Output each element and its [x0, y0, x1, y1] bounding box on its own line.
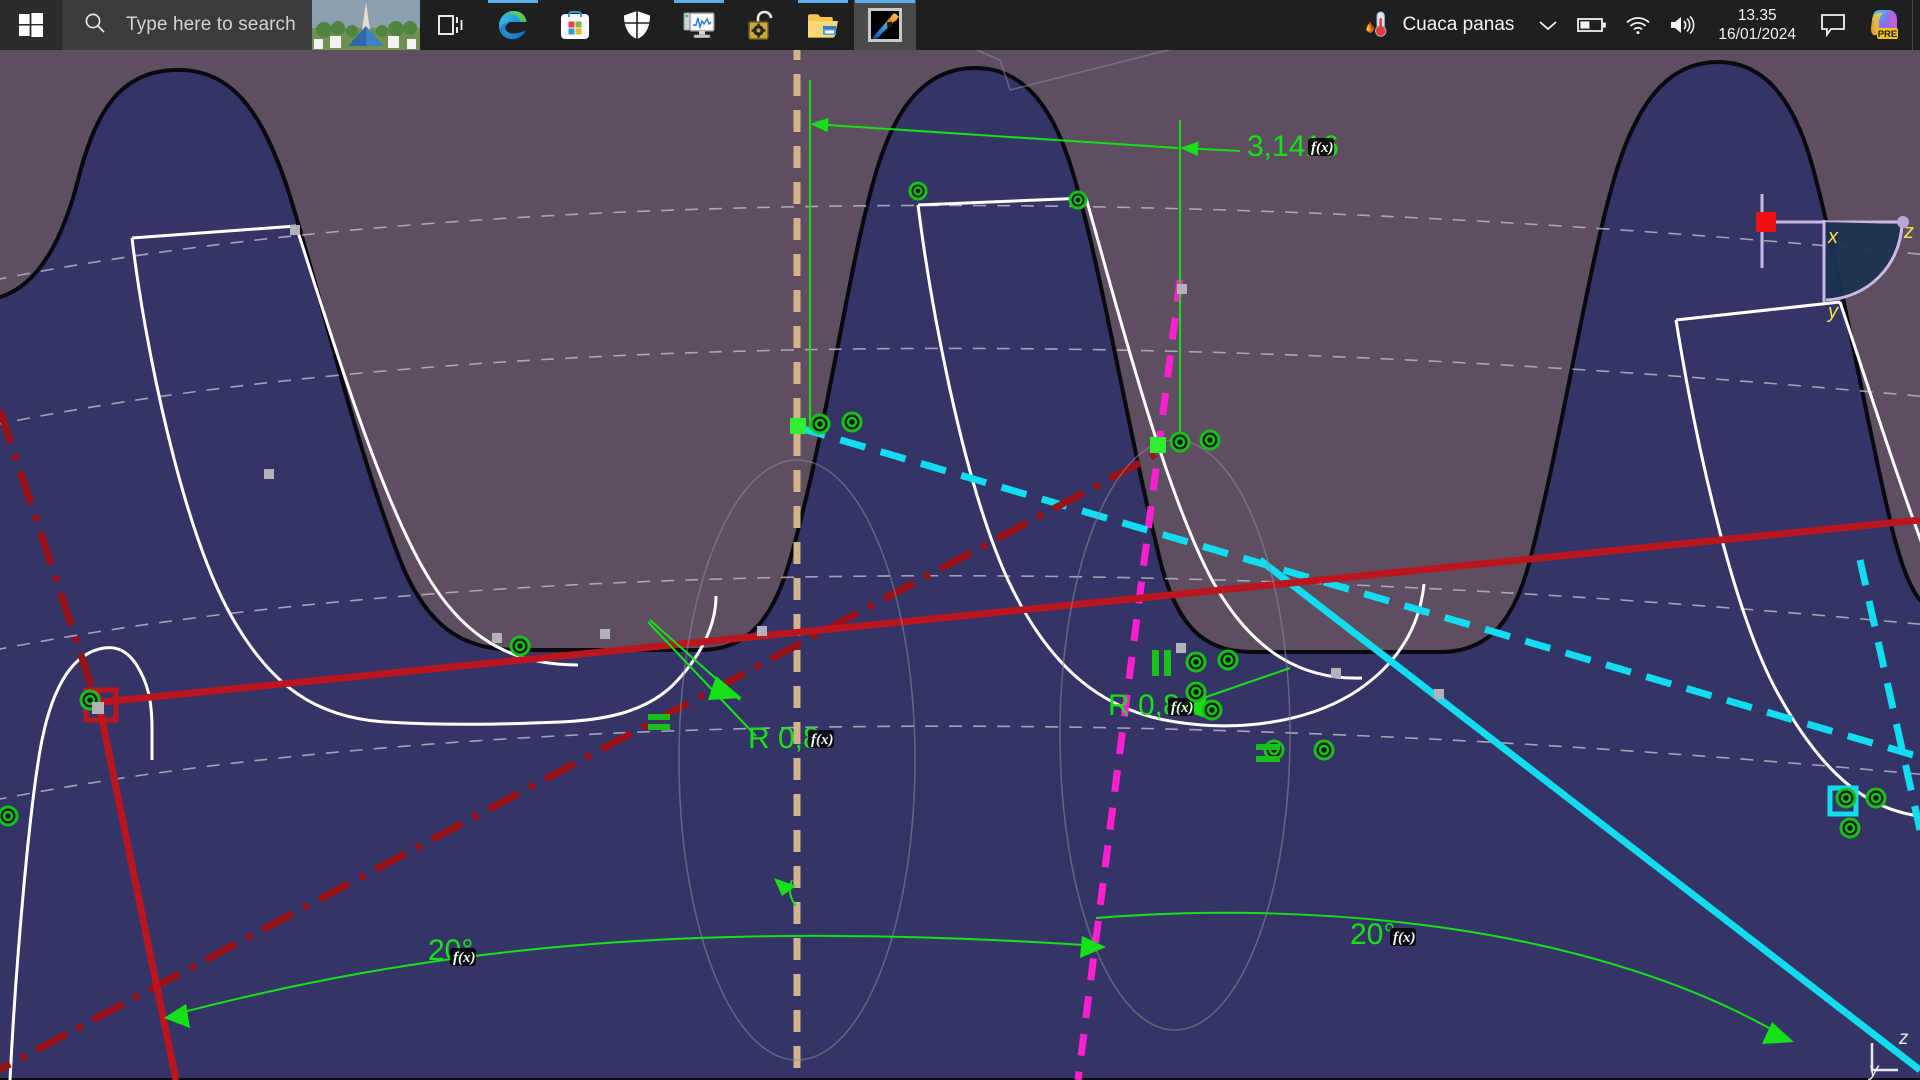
- fx-badge-angle-right: f(x): [1390, 928, 1416, 946]
- show-desktop-button[interactable]: [1912, 0, 1920, 50]
- fx-badge-fillet-right: f(x): [1168, 698, 1194, 716]
- taskbar-empty-area: [916, 0, 1350, 50]
- origin-point-marker: [1756, 212, 1776, 232]
- speaker-icon: [1671, 15, 1695, 35]
- wifi-icon: [1626, 17, 1651, 35]
- copilot-button[interactable]: PRE: [1856, 0, 1912, 50]
- concentric-constraint-icon: [1835, 787, 1857, 809]
- windows-logo-icon: [19, 13, 43, 37]
- concentric-constraint-icon: [1185, 651, 1207, 673]
- thermometer-icon: [1360, 8, 1390, 43]
- cad-canvas[interactable]: 3,1416 f(x) R 0,8 f(x) R 0,8 f(x) 20° f(…: [0, 0, 1920, 1080]
- sketch-svg[interactable]: 3,1416 f(x) R 0,8 f(x) R 0,8 f(x) 20° f(…: [0, 0, 1920, 1080]
- fx-text-angle-right: f(x): [1393, 930, 1416, 946]
- store-icon: [561, 11, 589, 39]
- network-button[interactable]: [1616, 0, 1660, 50]
- concentric-constraint-icon: [1199, 429, 1221, 451]
- copilot-badge-text: PRE: [1878, 29, 1898, 40]
- search-input-placeholder[interactable]: Type here to search: [126, 14, 296, 36]
- task-view-icon: [438, 15, 463, 35]
- weather-widget[interactable]: Cuaca panas: [1350, 0, 1528, 50]
- windows-taskbar[interactable]: Type here to search Cuaca panas 13.35 16…: [0, 0, 1920, 50]
- fx-text-pitch: f(x): [1311, 140, 1334, 156]
- concentric-constraint-icon: [908, 181, 928, 201]
- clock-button[interactable]: 13.35 16/01/2024: [1704, 0, 1810, 50]
- bing-daily-image[interactable]: [312, 0, 420, 50]
- explorer-button[interactable]: [792, 0, 854, 50]
- shield-icon: [624, 11, 650, 39]
- edge-button[interactable]: [482, 0, 544, 50]
- selected-point-marker: [1150, 437, 1166, 453]
- axis-label-y: y: [1826, 301, 1839, 323]
- concentric-constraint-icon: [1839, 817, 1861, 839]
- padlock-gear-icon: [748, 10, 773, 40]
- concentric-constraint-icon: [1217, 649, 1239, 671]
- selected-point-marker: [790, 418, 806, 434]
- unlocker-button[interactable]: [730, 0, 792, 50]
- gear-solid-region: [0, 59, 1920, 1080]
- dimension-label-angle-right[interactable]: 20°: [1350, 918, 1395, 951]
- fx-badge-pitch: f(x): [1308, 138, 1334, 156]
- battery-button[interactable]: [1568, 0, 1616, 50]
- concentric-constraint-icon: [809, 413, 831, 435]
- axis-label-x: x: [1827, 226, 1839, 248]
- fx-badge-angle-left: f(x): [450, 948, 476, 966]
- security-button[interactable]: [606, 0, 668, 50]
- clock-date: 16/01/2024: [1718, 26, 1796, 43]
- volume-button[interactable]: [1660, 0, 1704, 50]
- fx-text-fillet-right: f(x): [1171, 700, 1194, 716]
- search-box[interactable]: Type here to search: [62, 0, 420, 50]
- copilot-pre-icon: PRE: [1871, 10, 1898, 40]
- chevron-up-icon: [1539, 21, 1558, 31]
- notification-icon: [1821, 14, 1845, 37]
- system-tray[interactable]: [1528, 0, 1704, 50]
- battery-icon: [1577, 18, 1607, 32]
- clock-time: 13.35: [1737, 6, 1777, 24]
- tray-chevron-button[interactable]: [1528, 0, 1568, 50]
- fx-text-angle-left: f(x): [453, 950, 476, 966]
- cad-app-button[interactable]: [854, 0, 916, 50]
- corner-axis-label-z: z: [1898, 1028, 1909, 1049]
- task-manager-button[interactable]: [668, 0, 730, 50]
- corner-axis-label-y: y: [1867, 1060, 1880, 1080]
- concentric-constraint-icon: [1169, 431, 1191, 453]
- concentric-constraint-icon: [1068, 190, 1088, 210]
- start-button[interactable]: [0, 0, 62, 50]
- cad-app-icon: [868, 8, 902, 42]
- concentric-constraint-icon: [509, 635, 531, 657]
- fx-badge-fillet-left: f(x): [808, 730, 834, 748]
- concentric-constraint-icon: [841, 411, 863, 433]
- fx-text-fillet-left: f(x): [811, 732, 834, 748]
- task-manager-icon: [683, 12, 715, 38]
- concentric-constraint-icon: [1201, 699, 1223, 721]
- edge-icon: [499, 11, 527, 40]
- axis-label-z: z: [1903, 221, 1914, 243]
- concentric-constraint-icon: [1185, 681, 1207, 703]
- weather-text: Cuaca panas: [1402, 14, 1515, 35]
- task-view-button[interactable]: [420, 0, 482, 50]
- store-button[interactable]: [544, 0, 606, 50]
- concentric-constraint-icon: [0, 805, 19, 827]
- concentric-constraint-icon: [1313, 739, 1335, 761]
- concentric-constraint-icon: [1865, 787, 1887, 809]
- notifications-button[interactable]: [1810, 0, 1856, 50]
- search-icon: [84, 12, 106, 39]
- gear-body: [0, 59, 1920, 1080]
- folder-icon: [808, 14, 838, 38]
